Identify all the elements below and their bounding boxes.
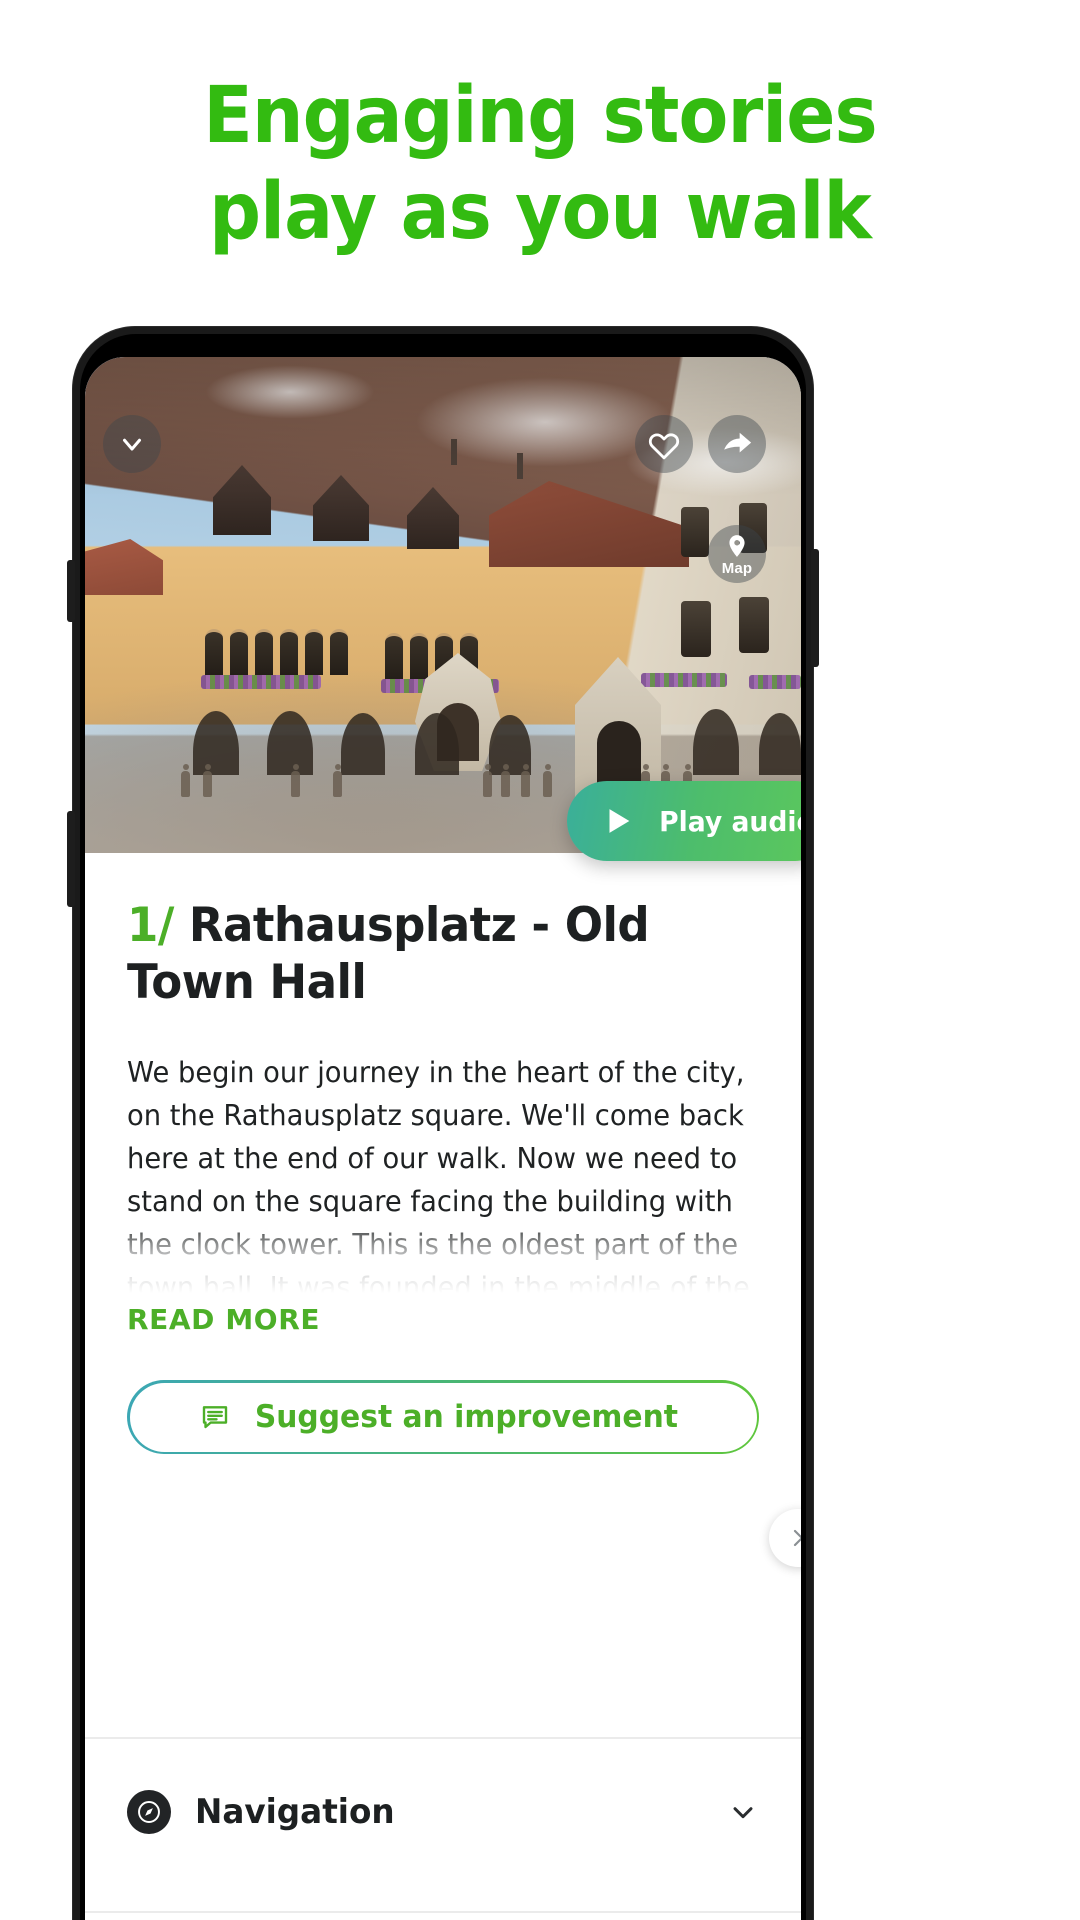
- pedestrian-silhouette: [543, 764, 552, 797]
- navigation-accordion-row[interactable]: Navigation: [127, 1775, 759, 1849]
- pedestrian-silhouette: [291, 764, 300, 797]
- right-facade-window: [739, 597, 769, 653]
- poi-index: 1/: [127, 898, 174, 953]
- play-triangle-icon: [609, 809, 630, 833]
- pedestrian-silhouette: [203, 764, 212, 797]
- chevron-right-icon: [793, 1529, 801, 1547]
- phone-mockup: Map Play audio 1/ Rathausplatz - Old Tow…: [67, 327, 819, 1920]
- hero-photo-illustration: [85, 357, 801, 853]
- roof-dormer: [407, 487, 459, 549]
- pedestrian-silhouette: [501, 764, 510, 797]
- right-facade-window: [681, 601, 711, 657]
- heart-outline-icon: [648, 433, 680, 460]
- phone-button-right[interactable]: [811, 549, 819, 667]
- left-building-roof: [85, 539, 163, 595]
- phone-button-left-upper[interactable]: [67, 560, 75, 622]
- promo-headline: Engaging stories play as you walk: [38, 68, 1042, 260]
- arcade-arch: [267, 711, 313, 775]
- map-pin-icon: [729, 534, 745, 557]
- arcade-arch: [341, 713, 385, 775]
- poi-description: We begin our journey in the heart of the…: [127, 1056, 750, 1293]
- play-audio-label: Play audio: [659, 804, 801, 838]
- share-arrow-icon: [724, 432, 752, 453]
- phone-button-left-lower[interactable]: [67, 811, 75, 907]
- arcade-arch: [693, 709, 739, 775]
- pedestrian-silhouette: [181, 764, 190, 797]
- promo-headline-line-1: Engaging stories: [203, 71, 877, 161]
- roof-dormer: [313, 475, 369, 541]
- facade-window-row: [205, 629, 348, 675]
- poi-hero-image[interactable]: Map: [85, 357, 801, 853]
- window-flower-box: [201, 675, 321, 689]
- window-flower-box: [749, 675, 801, 689]
- suggest-improvement-label: Suggest an improvement: [254, 1399, 678, 1435]
- collapse-hero-button[interactable]: [103, 415, 161, 473]
- roof-dormer: [213, 465, 271, 535]
- roof-spire: [517, 453, 523, 479]
- cloud-shape: [205, 365, 375, 419]
- next-step-button[interactable]: [769, 1509, 801, 1567]
- poi-title-text: Rathausplatz - Old Town Hall: [127, 898, 650, 1010]
- pedestrian-silhouette: [521, 764, 530, 797]
- share-button[interactable]: [708, 415, 766, 473]
- play-audio-button[interactable]: Play audio: [567, 781, 801, 861]
- pedestrian-silhouette: [333, 764, 342, 797]
- right-facade-window: [681, 507, 709, 557]
- speech-bubble-icon: [202, 1406, 227, 1429]
- poi-description-container: We begin our journey in the heart of the…: [127, 1051, 759, 1293]
- read-more-button[interactable]: READ MORE: [127, 1303, 320, 1336]
- section-divider: [85, 1737, 801, 1739]
- navigation-label: Navigation: [195, 1792, 395, 1832]
- chevron-down-icon[interactable]: [727, 1796, 759, 1828]
- map-button-label: Map: [721, 559, 753, 577]
- poi-title: 1/ Rathausplatz - Old Town Hall: [127, 897, 734, 1011]
- section-divider: [85, 1911, 801, 1913]
- window-flower-box: [641, 673, 727, 687]
- arcade-arch: [193, 711, 239, 775]
- favorite-button[interactable]: [635, 415, 693, 473]
- suggest-improvement-button[interactable]: Suggest an improvement: [127, 1380, 759, 1454]
- promo-headline-line-2: play as you walk: [209, 167, 872, 257]
- right-building-roof: [489, 481, 689, 567]
- roof-spire: [451, 439, 457, 465]
- phone-screen: Map Play audio 1/ Rathausplatz - Old Tow…: [85, 357, 801, 1920]
- suggest-improvement-inner: Suggest an improvement: [129, 1382, 757, 1452]
- pedestrian-silhouette: [483, 764, 492, 797]
- promo-screenshot: Engaging stories play as you walk Map Pl…: [0, 0, 1080, 1920]
- open-map-button[interactable]: Map: [708, 525, 766, 583]
- chevron-down-icon: [123, 438, 141, 451]
- compass-icon: [127, 1790, 171, 1834]
- poi-content-sheet: 1/ Rathausplatz - Old Town Hall We begin…: [85, 897, 801, 1920]
- arcade-arch: [759, 713, 801, 775]
